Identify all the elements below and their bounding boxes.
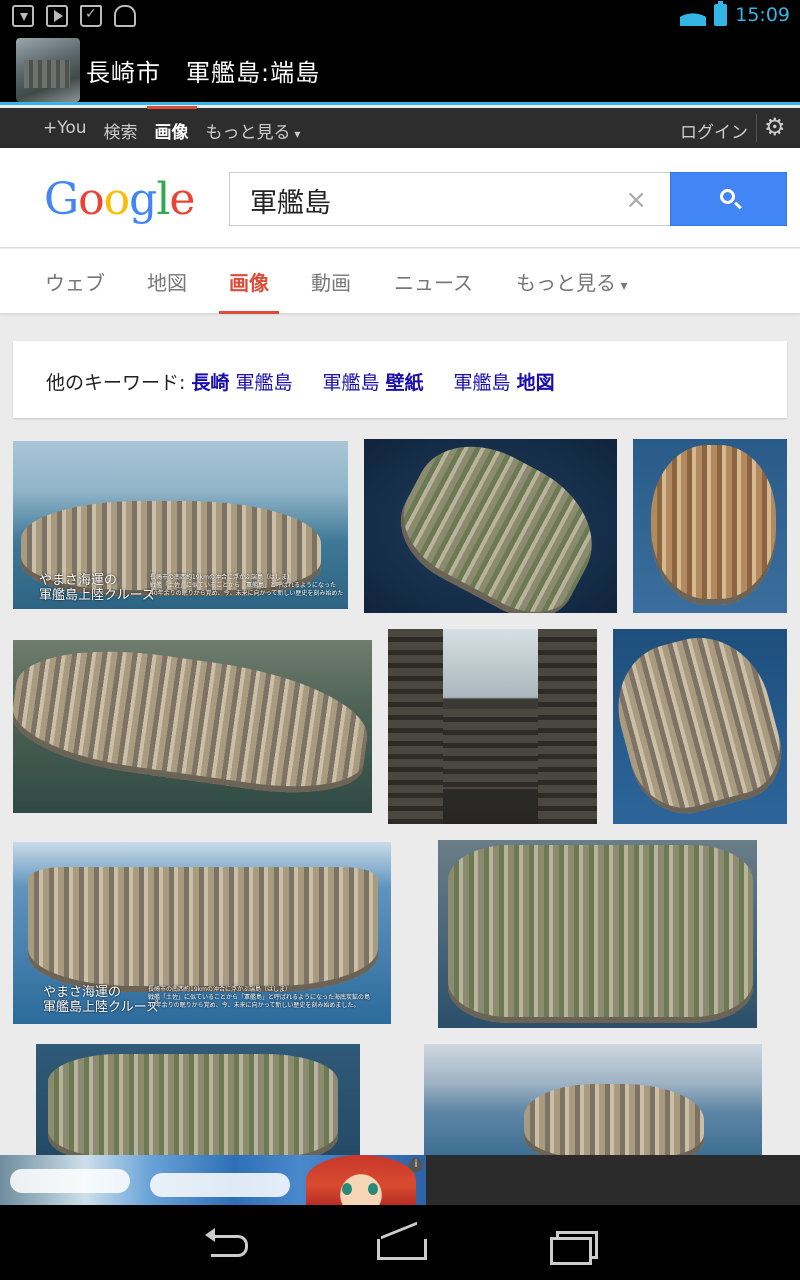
android-icon	[114, 5, 136, 27]
gbar-item-plus-you[interactable]: +You	[43, 118, 87, 143]
clear-icon[interactable]: ×	[625, 185, 647, 215]
image-result-5[interactable]	[388, 629, 597, 824]
search-header: Google ×	[0, 148, 800, 248]
keyword-text: 軍艦島	[322, 372, 386, 394]
tab-images[interactable]: 画像	[219, 267, 279, 314]
battery-icon	[714, 1, 728, 26]
cloud-graphic	[10, 1169, 130, 1193]
action-bar: 長崎市 軍艦島:端島	[0, 33, 800, 105]
gbar-item-more[interactable]: もっと見る	[206, 118, 301, 143]
building-graphic	[443, 709, 538, 789]
google-logo[interactable]: Google	[44, 174, 195, 225]
recent-apps-icon[interactable]	[548, 1227, 598, 1265]
island-graphic	[613, 629, 787, 824]
search-button[interactable]	[670, 172, 787, 226]
page-title: 長崎市 軍艦島:端島	[86, 59, 321, 87]
keyword-bold: 地図	[516, 372, 555, 394]
tab-news[interactable]: ニュース	[394, 267, 473, 296]
image-caption: やまさ海運の 軍艦島上陸クルーズ	[43, 985, 159, 1015]
keyword-bold: 長崎	[191, 372, 230, 394]
gbar-divider	[756, 114, 757, 142]
download-icon	[12, 5, 34, 27]
image-result-8[interactable]	[438, 840, 757, 1028]
related-keywords-card: 他のキーワード: 長崎 軍艦島 軍艦島 壁紙 軍艦島 地図	[13, 341, 787, 418]
clock: 15:09	[735, 4, 790, 26]
building-graphic	[388, 629, 443, 824]
app-thumbnail[interactable]	[16, 38, 80, 102]
image-result-7[interactable]: やまさ海運の 軍艦島上陸クルーズ 長崎市の南西約19kmの沖合に浮かぶ端島（はし…	[13, 842, 391, 1024]
gbar-item-search[interactable]: 検索	[104, 118, 138, 143]
island-graphic	[382, 439, 616, 613]
search-input[interactable]	[250, 181, 610, 219]
keyword-text: 軍艦島	[453, 372, 517, 394]
ad-info-icon[interactable]: i	[409, 1158, 423, 1172]
keyword-link-nagasaki[interactable]: 長崎 軍艦島	[191, 368, 292, 395]
building-graphic	[538, 629, 597, 824]
navigation-bar	[0, 1205, 800, 1280]
island-graphic	[48, 1054, 338, 1155]
keyword-link-map[interactable]: 軍艦島 地図	[454, 368, 555, 395]
cloud-graphic	[150, 1173, 290, 1197]
back-icon[interactable]	[205, 1227, 255, 1259]
ad-bar: i	[0, 1155, 800, 1205]
image-result-10[interactable]	[424, 1044, 762, 1155]
tab-maps[interactable]: 地図	[147, 267, 187, 296]
keyword-link-wallpaper[interactable]: 軍艦島 壁紙	[322, 368, 423, 395]
island-graphic	[28, 867, 378, 992]
image-caption: やまさ海運の 軍艦島上陸クルーズ	[39, 573, 155, 603]
related-keywords-label: 他のキーワード:	[46, 372, 186, 394]
ad-banner[interactable]: i	[0, 1155, 426, 1205]
play-store-icon	[46, 5, 68, 27]
gear-icon[interactable]: ⚙	[764, 115, 788, 139]
tab-more[interactable]: もっと見る	[516, 267, 627, 296]
search-tabs: ウェブ 地図 画像 動画 ニュース もっと見る	[0, 249, 800, 314]
status-bar: 15:09	[0, 0, 800, 33]
image-result-2[interactable]	[364, 439, 617, 613]
shopping-bag-check-icon	[80, 5, 102, 27]
image-result-6[interactable]	[613, 629, 787, 824]
island-graphic	[448, 845, 753, 1023]
island-graphic	[651, 445, 776, 605]
wifi-icon	[680, 4, 706, 26]
image-caption-small: 長崎市の南西約19kmの沖合に浮かぶ端島（はしま） 戦艦「土佐」に似ていることか…	[148, 986, 371, 1009]
gbar-item-images[interactable]: 画像	[146, 106, 197, 143]
image-result-3[interactable]	[633, 439, 787, 613]
login-link[interactable]: ログイン	[680, 118, 748, 143]
island-graphic	[13, 640, 372, 805]
search-icon	[720, 189, 735, 204]
image-result-9[interactable]	[36, 1044, 360, 1155]
tab-web[interactable]: ウェブ	[45, 267, 105, 296]
image-result-1[interactable]: やまさ海運の 軍艦島上陸クルーズ 長崎市の南西約19kmの沖合に浮かぶ端島（はし…	[13, 441, 348, 609]
google-bar: +You 検索 画像 もっと見る ログイン ⚙	[0, 106, 800, 148]
search-box: ×	[229, 172, 671, 226]
tab-videos[interactable]: 動画	[311, 267, 351, 296]
anime-character-graphic	[306, 1155, 416, 1205]
home-icon[interactable]	[375, 1227, 427, 1260]
island-graphic	[524, 1084, 704, 1155]
keyword-text: 軍艦島	[229, 372, 293, 394]
image-caption-small: 長崎市の南西約19kmの沖合に浮かぶ端島（はしま） 戦艦「土佐」に似ていることか…	[150, 574, 344, 597]
image-result-4[interactable]	[13, 640, 372, 813]
keyword-bold: 壁紙	[385, 372, 424, 394]
